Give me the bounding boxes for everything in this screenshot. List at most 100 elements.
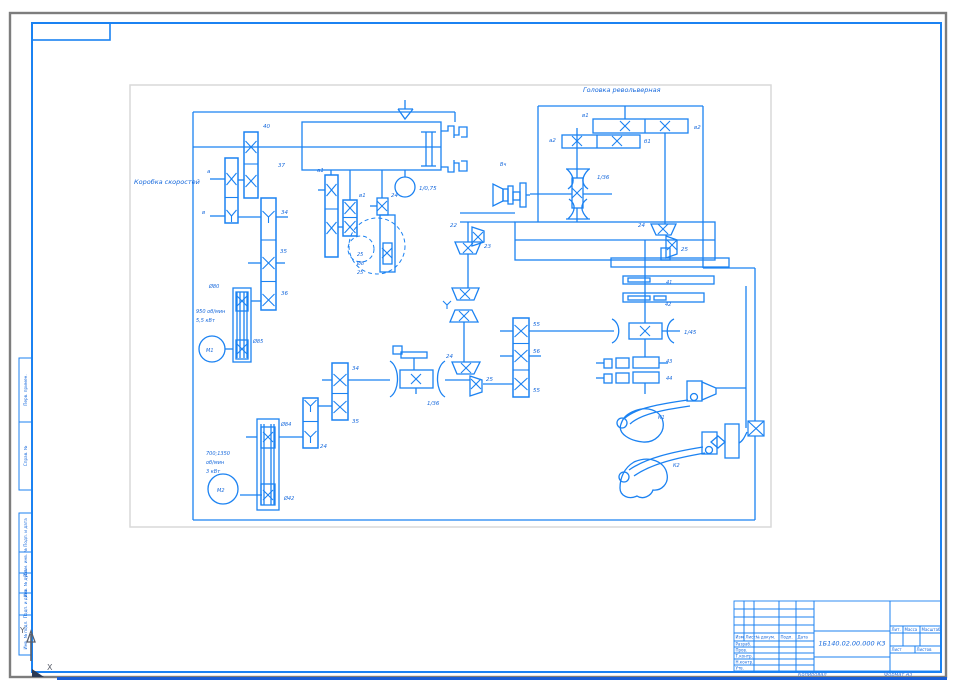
scheme-label: К2 — [673, 463, 680, 469]
side-stamp-label: Справ. № — [23, 445, 28, 466]
titleblock-cell — [796, 625, 814, 633]
titleblock-label: Масса — [905, 627, 918, 632]
scheme-label: 25 — [357, 252, 363, 258]
scheme-label: 23 — [484, 244, 491, 250]
titleblock-label: Подп. — [781, 635, 793, 640]
titleblock-cell — [734, 617, 744, 625]
scheme-label: Ø85 — [252, 338, 263, 345]
titleblock-cell — [796, 617, 814, 625]
titleblock-cell — [814, 601, 890, 631]
scheme-label: об/мин — [206, 460, 225, 466]
titleblock-cell — [744, 625, 754, 633]
titleblock-cell — [796, 641, 814, 647]
titleblock-label: Разраб. — [736, 642, 752, 647]
scheme-label: 3 кВт — [206, 469, 221, 475]
titleblock-cell — [796, 601, 814, 609]
titleblock-cell — [779, 617, 796, 625]
scheme-label: Ø8 — [356, 260, 364, 267]
titleblock-cell — [920, 633, 941, 646]
scheme-label: в2 — [694, 125, 701, 131]
x-axis-label: X — [47, 663, 53, 672]
scheme-label: Вч — [500, 162, 506, 168]
scheme-label: в — [202, 210, 205, 216]
scheme-label: 24 — [391, 193, 398, 199]
scheme-label: 950 об/мин — [196, 309, 226, 315]
titleblock-cell — [734, 601, 744, 609]
scheme-label: 55 — [533, 322, 540, 328]
titleblock-cell — [734, 609, 744, 617]
titleblock-cell — [779, 647, 796, 653]
scheme-section-label: Коробка скоростей — [134, 178, 200, 186]
titleblock-label: № докум. — [756, 635, 776, 640]
scheme-label: М1 — [206, 348, 214, 354]
scheme-label: 1/36 — [597, 175, 610, 181]
y-axis-label: Y — [19, 626, 25, 635]
scheme-label: М2 — [217, 488, 225, 494]
scheme-panel — [130, 85, 771, 527]
titleblock-cell — [796, 653, 814, 659]
titleblock-cell — [796, 659, 814, 665]
scheme-label: в1 — [359, 193, 366, 199]
titleblock-cell — [779, 609, 796, 617]
titleblock-cell — [814, 657, 890, 671]
scheme-label: 24 — [320, 444, 327, 450]
titleblock-cell — [754, 601, 779, 609]
titleblock-cell — [754, 647, 779, 653]
scheme-label: 24 — [638, 223, 645, 229]
titleblock-label: Изм. — [736, 635, 745, 640]
kinematic-scheme-canvas[interactable]: Перв. примен.Справ. №Подп. и датаВзам. и… — [0, 0, 956, 682]
scheme-label: 25 — [357, 270, 363, 276]
copied-label: Копировал — [798, 672, 827, 678]
cad-sheet-view[interactable]: Перв. примен.Справ. №Подп. и датаВзам. и… — [0, 0, 956, 682]
titleblock-cell — [734, 625, 744, 633]
scheme-label: 42 — [665, 302, 671, 308]
scheme-label: 43 — [666, 359, 672, 365]
titleblock-cell — [779, 641, 796, 647]
titleblock-cell — [754, 641, 779, 647]
titleblock-cell — [779, 653, 796, 659]
titleblock-cell — [903, 633, 920, 646]
scheme-label: 44 — [666, 376, 672, 382]
titleblock-label: Дата — [798, 635, 809, 640]
scheme-label: 35 — [352, 419, 359, 425]
side-stamp-label: Инв. № подл. — [23, 621, 28, 650]
scheme-label: 25 — [681, 247, 688, 253]
titleblock-label: Масштаб — [922, 627, 942, 632]
scheme-label: в1 — [582, 113, 589, 119]
titleblock-label: Лит. — [892, 627, 901, 632]
scheme-label: 40 — [263, 124, 270, 130]
scheme-label: 36 — [281, 291, 288, 297]
titleblock-cell — [754, 659, 779, 665]
scheme-label: 22 — [450, 223, 457, 229]
titleblock-cell — [890, 653, 941, 671]
scheme-label: К1 — [658, 415, 665, 421]
titleblock-cell — [796, 665, 814, 671]
titleblock-cell — [744, 609, 754, 617]
side-stamp-label: Подп. и дата — [23, 518, 28, 547]
frame-corner-box — [32, 23, 110, 40]
scheme-label: 1/36 — [427, 401, 440, 407]
titleblock-label: Н.контр. — [736, 660, 754, 665]
scheme-label: Ø84 — [280, 421, 291, 428]
titleblock-cell — [754, 665, 779, 671]
scheme-label: 5,5 кВт — [196, 318, 216, 324]
titleblock-cell — [754, 653, 779, 659]
scheme-label: 700;1350 — [206, 451, 230, 457]
titleblock-label: Утв. — [736, 666, 744, 671]
scheme-label: 55 — [533, 388, 540, 394]
titleblock-cell — [754, 617, 779, 625]
titleblock-cell — [796, 647, 814, 653]
scheme-label: 56 — [533, 349, 540, 355]
titleblock-cell — [890, 601, 941, 626]
titleblock-cell — [744, 617, 754, 625]
scheme-section-label: Головка револьверная — [583, 86, 661, 94]
titleblock-cell — [744, 601, 754, 609]
scheme-label: 41 — [666, 280, 672, 286]
scheme-label: Ø80 — [208, 283, 219, 290]
titleblock-cell — [754, 609, 779, 617]
titleblock-cell — [779, 665, 796, 671]
scheme-label: 34 — [281, 210, 288, 216]
titleblock-cell — [796, 609, 814, 617]
scheme-label: 1/0,75 — [419, 186, 437, 192]
titleblock-cell — [779, 659, 796, 665]
